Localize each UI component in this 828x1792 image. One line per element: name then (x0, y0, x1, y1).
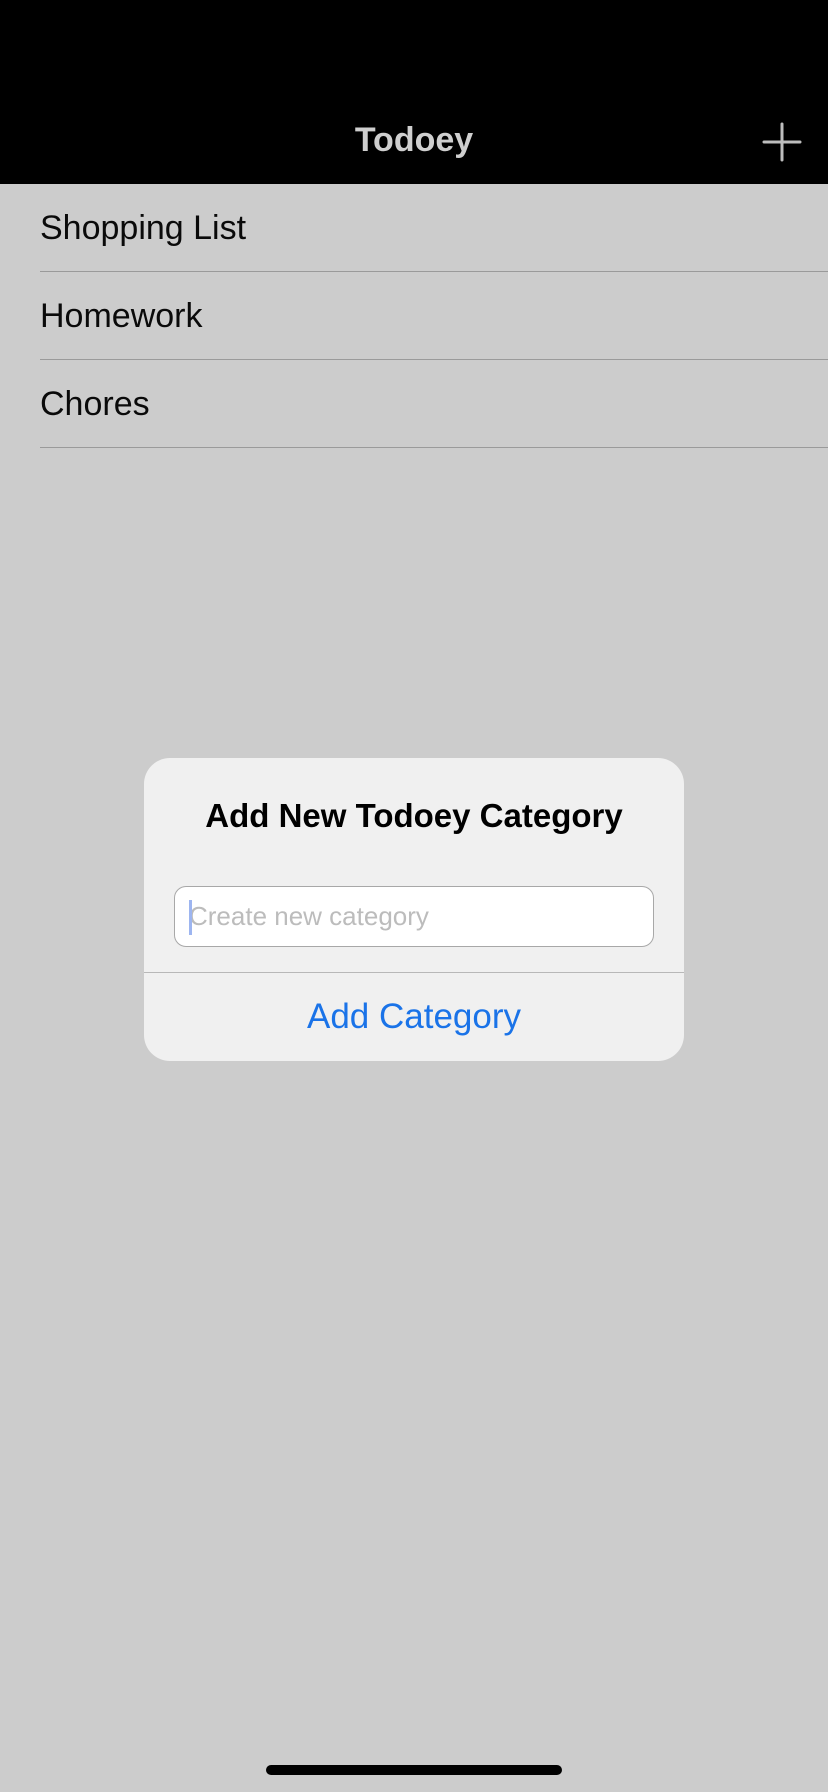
alert-title: Add New Todoey Category (205, 797, 623, 834)
category-name-input[interactable] (174, 886, 654, 947)
list-item-label: Chores (40, 385, 150, 423)
list-item-homework[interactable]: Homework (0, 272, 828, 360)
list-item-chores[interactable]: Chores (0, 360, 828, 448)
add-category-action-button[interactable]: Add Category (144, 973, 684, 1061)
navigation-bar: Todoey (0, 0, 828, 184)
list-item-label: Shopping List (40, 209, 247, 247)
category-list: Shopping List Homework Chores (0, 184, 828, 448)
plus-icon (762, 122, 802, 162)
list-item-shopping-list[interactable]: Shopping List (0, 184, 828, 272)
add-category-button[interactable] (758, 118, 806, 166)
page-title: Todoey (354, 121, 474, 159)
add-category-alert: Add New Todoey Category Add Category (144, 758, 684, 1061)
list-item-label: Homework (40, 297, 203, 335)
row-divider (40, 447, 828, 448)
home-indicator[interactable] (266, 1765, 562, 1775)
